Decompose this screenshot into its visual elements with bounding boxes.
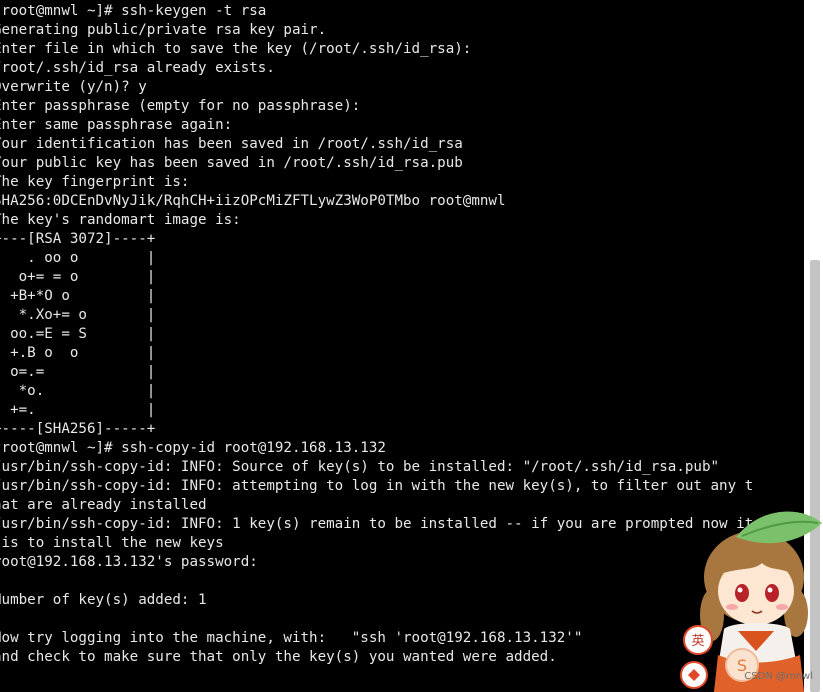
randomart-line: | o+= = o | [0,269,156,285]
language-badge: 英 [691,634,704,649]
randomart-line: | o=.= | [0,364,156,380]
randomart-line: +---[RSA 3072]----+ [0,231,156,247]
terminal-line: SHA256:0DCEnDvNyJik/RqhCH+iizOPcMiZFTLyw… [0,193,506,209]
terminal-line: The key's randomart image is: [0,212,241,228]
randomart-line: | *o. | [0,383,156,399]
terminal-line: root@192.168.13.132's password: [0,554,258,570]
randomart-line: | *.Xo+= o | [0,307,156,323]
randomart-line: | oo.=E = S | [0,326,156,342]
terminal-line: Your public key has been saved in /root/… [0,155,463,171]
mascot-sticker: 英 S [680,511,822,692]
terminal-line: Now try logging into the machine, with: … [0,630,583,646]
terminal-line: Enter file in which to save the key (/ro… [0,41,472,57]
terminal-line: [root@mnwl ~]# ssh-keygen -t rsa [0,3,267,19]
terminal-line: /root/.ssh/id_rsa already exists. [0,60,275,76]
randomart-line: +----[SHA256]-----+ [0,421,156,437]
terminal-line: Generating public/private rsa key pair. [0,22,327,38]
randomart-line: | +.B o o | [0,345,156,361]
terminal-line: Enter same passphrase again: [0,117,233,133]
randomart-line: | +=. | [0,402,156,418]
terminal-line: /usr/bin/ssh-copy-id: INFO: 1 key(s) rem… [0,516,754,532]
randomart-line: | +B+*O o | [0,288,156,304]
terminal-line: is to install the new keys [0,535,224,551]
watermark: CSDN @mnwl [744,671,813,682]
randomart-line: | . oo o | [0,250,156,266]
terminal-line: Your identification has been saved in /r… [0,136,463,152]
terminal-output: [root@mnwl ~]# ssh-keygen -t rsa Generat… [0,2,753,667]
terminal-line: and check to make sure that only the key… [0,649,557,665]
terminal-line: Number of key(s) added: 1 [0,592,207,608]
terminal-line: The key fingerprint is: [0,174,190,190]
terminal-line: hat are already installed [0,497,207,513]
terminal-line: Enter passphrase (empty for no passphras… [0,98,361,114]
terminal-line: Overwrite (y/n)? y [0,79,147,95]
terminal-line: /usr/bin/ssh-copy-id: INFO: Source of ke… [0,459,720,475]
terminal-line: /usr/bin/ssh-copy-id: INFO: attempting t… [0,478,754,494]
terminal-line: [root@mnwl ~]# ssh-copy-id root@192.168.… [0,440,386,456]
